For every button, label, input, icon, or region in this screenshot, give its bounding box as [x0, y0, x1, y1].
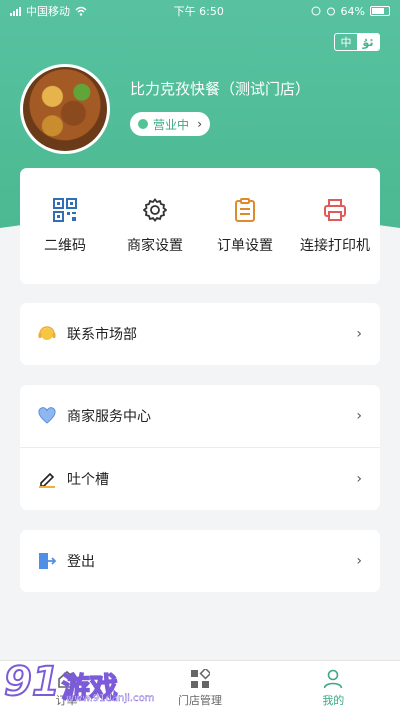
- user-icon: [324, 669, 343, 689]
- printer-icon: [323, 198, 347, 222]
- connect-printer-label: 连接打印机: [300, 238, 370, 254]
- logout-label: 登出: [67, 554, 95, 570]
- chevron-right-icon: ›: [197, 117, 202, 131]
- clipboard-icon: [233, 198, 257, 222]
- qrcode-label: 二维码: [44, 238, 86, 254]
- merchant-settings-label: 商家设置: [127, 238, 183, 254]
- business-status-button[interactable]: 营业中 ›: [130, 112, 210, 136]
- headset-icon: [38, 325, 56, 343]
- merchant-settings-button[interactable]: 商家设置: [110, 168, 200, 284]
- battery-icon: [370, 6, 390, 16]
- heart-shield-icon: [38, 407, 56, 425]
- wifi-icon: [75, 6, 87, 16]
- clock: 下午 6:50: [173, 5, 224, 18]
- site-watermark: 91 游戏 www.91danji.com: [3, 659, 155, 705]
- gear-icon: [143, 198, 167, 222]
- chevron-right-icon: ›: [356, 408, 362, 424]
- carrier-label: 中国移动: [26, 5, 70, 18]
- feedback-row[interactable]: 吐个槽 ›: [20, 447, 380, 509]
- contact-market-label: 联系市场部: [67, 327, 137, 343]
- watermark-logo: 91: [3, 659, 61, 705]
- lang-uyghur-option[interactable]: ئۇ: [357, 34, 379, 50]
- grid-icon: [190, 669, 210, 688]
- order-settings-label: 订单设置: [217, 238, 273, 254]
- store-avatar[interactable]: [20, 64, 110, 154]
- tab-store-management-label: 门店管理: [177, 694, 222, 707]
- feedback-label: 吐个槽: [67, 471, 109, 488]
- business-status-label: 营业中: [153, 117, 190, 132]
- logout-card: 登出 ›: [20, 530, 380, 592]
- qrcode-icon: [53, 198, 77, 222]
- status-bar: 中国移动 下午 6:50 64%: [0, 0, 400, 22]
- tab-mine-label: 我的: [322, 694, 345, 707]
- quick-actions-card: 二维码 商家设置 订单设置 连接打印机: [20, 168, 380, 284]
- merchant-service-row[interactable]: 商家服务中心 ›: [20, 385, 380, 447]
- chevron-right-icon: ›: [356, 553, 362, 569]
- lock-rotation-icon: [311, 6, 321, 16]
- pencil-icon: [38, 470, 56, 488]
- merchant-service-label: 商家服务中心: [67, 409, 151, 425]
- alarm-icon: [326, 7, 335, 16]
- contact-market-row[interactable]: 联系市场部 ›: [20, 303, 380, 365]
- qrcode-button[interactable]: 二维码: [20, 168, 110, 284]
- language-toggle[interactable]: 中 ئۇ: [334, 33, 380, 51]
- lang-chinese-option[interactable]: 中: [335, 34, 357, 50]
- service-card: 商家服务中心 › 吐个槽 ›: [20, 385, 380, 510]
- status-dot: [138, 119, 148, 129]
- order-settings-button[interactable]: 订单设置: [200, 168, 290, 284]
- connect-printer-button[interactable]: 连接打印机: [290, 168, 380, 284]
- watermark-url: www.91danji.com: [66, 693, 155, 704]
- chevron-right-icon: ›: [356, 470, 362, 487]
- logout-row[interactable]: 登出 ›: [20, 530, 380, 592]
- signal-icon: [10, 6, 21, 16]
- battery-percent: 64%: [340, 4, 365, 18]
- tab-mine[interactable]: 我的: [267, 661, 400, 710]
- logout-icon: [38, 552, 56, 570]
- market-card: 联系市场部 ›: [20, 303, 380, 365]
- store-name: 比力克孜快餐（测试门店）: [130, 80, 311, 98]
- chevron-right-icon: ›: [356, 326, 362, 342]
